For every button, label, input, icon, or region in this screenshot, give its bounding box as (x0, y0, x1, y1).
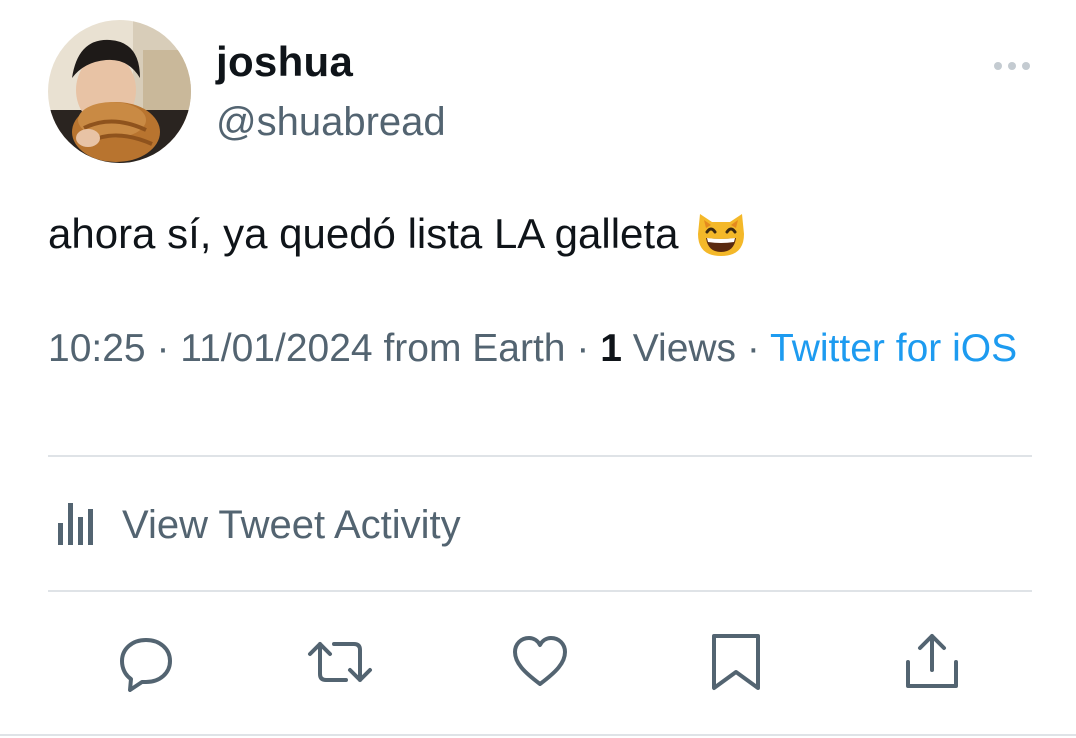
share-icon (902, 632, 962, 697)
meta-separator: · (576, 327, 590, 370)
avatar-image (48, 20, 191, 163)
divider (48, 455, 1032, 457)
view-tweet-activity-button[interactable]: View Tweet Activity (48, 494, 461, 556)
reply-button[interactable] (116, 634, 176, 694)
reply-icon (116, 632, 176, 697)
tweet-time: 10:25 (48, 327, 146, 370)
tweet-detail: joshua @shuabread ahora sí, ya quedó lis… (0, 0, 1076, 738)
bookmark-button[interactable] (706, 632, 766, 697)
bookmark-icon (706, 632, 766, 697)
meta-separator: · (156, 327, 170, 370)
grinning-cat-emoji-icon (694, 206, 748, 268)
divider (48, 590, 1032, 592)
heart-icon (510, 632, 570, 697)
share-button[interactable] (902, 632, 962, 697)
author-handle[interactable]: @shuabread (216, 100, 446, 145)
divider (0, 734, 1076, 736)
tweet-text: ahora sí, ya quedó lista LA galleta (48, 206, 748, 268)
like-button[interactable] (510, 634, 570, 694)
tweet-location: from Earth (383, 327, 566, 370)
tweet-date: 11/01/2024 (180, 327, 373, 370)
view-tweet-activity-label: View Tweet Activity (122, 502, 461, 547)
views-count: 1 (600, 327, 622, 370)
avatar[interactable] (48, 20, 191, 163)
retweet-button[interactable] (308, 634, 372, 694)
retweet-icon (306, 632, 374, 697)
tweet-meta: 10:25 · 11/01/2024 from Earth · 1 Views … (48, 324, 1038, 374)
views-label: Views (632, 327, 737, 370)
tweet-text-content: ahora sí, ya quedó lista LA galleta (48, 210, 679, 257)
more-options-icon[interactable] (990, 54, 1038, 78)
author-name[interactable]: joshua (216, 38, 353, 86)
tweet-source-link[interactable]: Twitter for iOS (770, 327, 1017, 370)
activity-chart-icon (48, 501, 100, 550)
meta-separator: · (746, 327, 760, 370)
